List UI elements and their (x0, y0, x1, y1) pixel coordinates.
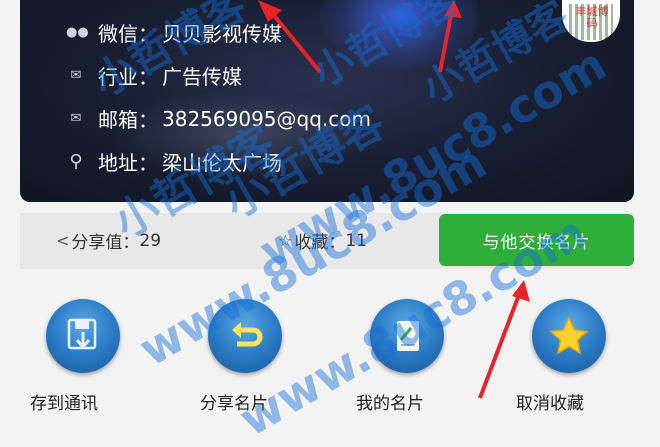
industry-row: ✉ 行业： 广告传媒 (66, 61, 242, 90)
share-stat: < 分享值： 29 (56, 228, 162, 254)
email-row: ✉ 邮箱： 382569095@qq.com (66, 104, 371, 133)
stats-bar: < 分享值： 29 ☆ 收藏： 11 与他交换名片 (20, 213, 634, 269)
exchange-card-button[interactable]: 与他交换名片 (439, 214, 634, 266)
wechat-label: 微信： (98, 22, 158, 46)
card-glow (320, 0, 480, 70)
share-value: 29 (139, 230, 162, 251)
mail-icon: ✉ (70, 111, 82, 126)
address-row: ⚲ 地址： 梁山伦太广场 (66, 147, 282, 176)
action-label-unfavorite: 取消收藏 (516, 394, 584, 414)
notebook-icon[interactable] (370, 299, 444, 373)
save-download-icon[interactable] (46, 299, 120, 373)
wechat-row: ●● 微信： 贝贝影视传媒 (66, 18, 282, 47)
action-label-save: 存到通讯 (30, 394, 98, 414)
action-label-share: 分享名片 (200, 394, 268, 414)
fav-label: 收藏： (294, 233, 346, 253)
industry-label: 行业： (98, 65, 158, 89)
share-label: 分享值： (71, 233, 140, 253)
action-label-mycard: 我的名片 (356, 394, 424, 414)
email-label: 邮箱： (98, 108, 158, 132)
business-card: ●● 微信： 贝贝影视传媒 ✉ 行业： 广告传媒 ✉ 邮箱： 382569095… (20, 0, 634, 202)
email-value[interactable]: 382569095@qq.com (162, 107, 371, 131)
location-pin-icon: ⚲ (69, 151, 83, 172)
return-icon[interactable] (208, 299, 282, 373)
industry-value: 广告传媒 (162, 65, 242, 89)
wechat-value: 贝贝影视传媒 (162, 22, 282, 46)
wechat-icon: ●● (66, 25, 89, 40)
star-outline-icon: ☆ (278, 231, 293, 250)
action-bar: 存到通讯 分享名片 我的名片 取消收藏 (0, 269, 660, 414)
address-label: 地址： (98, 151, 158, 175)
mail-icon: ✉ (70, 68, 82, 83)
fav-value: 11 (345, 230, 367, 251)
address-value: 梁山伦太广场 (162, 151, 282, 175)
fav-stat: ☆ 收藏： 11 (278, 228, 367, 254)
share-icon: < (56, 231, 70, 250)
star-icon[interactable] (532, 299, 606, 373)
qr-code[interactable]: 丰城博码 (562, 0, 620, 42)
qr-caption: 丰城博码 (575, 5, 609, 30)
